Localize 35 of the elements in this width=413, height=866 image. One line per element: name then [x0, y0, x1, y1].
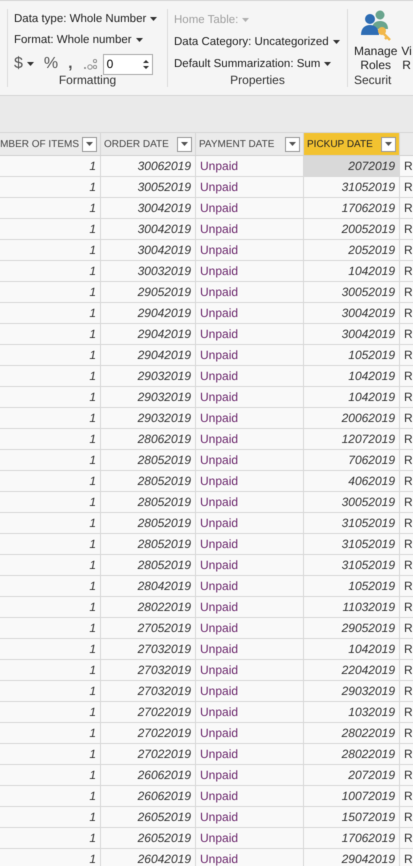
people-key-icon — [360, 9, 392, 41]
table-cell: 2072019 — [304, 156, 400, 176]
decimal-icon — [82, 58, 97, 70]
group-label: Formatting — [58, 73, 118, 87]
comma-button[interactable]: , — [64, 52, 77, 76]
filter-button[interactable] — [177, 136, 192, 152]
spinner-icon — [142, 58, 149, 70]
filter-button[interactable] — [82, 136, 97, 152]
currency-button[interactable]: $ — [14, 52, 34, 76]
group-label: Securit — [354, 73, 392, 87]
data-category-dropdown[interactable]: Data Category: Uncategorized — [174, 34, 340, 50]
caret-icon — [242, 18, 250, 22]
column-header[interactable]: PAYMENT DATE — [196, 133, 304, 155]
summarization-dropdown[interactable]: Default Summarization: Sum — [174, 56, 332, 72]
caret-icon — [26, 62, 34, 66]
caret-icon — [86, 142, 93, 146]
caret-icon — [136, 38, 143, 42]
manage-roles-button[interactable]: Manage Roles — [354, 9, 398, 73]
caret-icon — [385, 142, 392, 146]
view-as-button[interactable]: Vi R — [401, 9, 412, 73]
percent-button[interactable]: % — [44, 52, 58, 76]
caret-icon — [332, 40, 340, 44]
format-dropdown[interactable]: Format: Whole number — [14, 32, 143, 48]
filter-button[interactable] — [285, 136, 300, 152]
group-label: Properties — [229, 73, 286, 87]
caret-icon — [150, 17, 158, 21]
filter-button[interactable] — [381, 136, 396, 152]
decimal-places-field[interactable]: 0 — [102, 54, 153, 74]
caret-icon — [289, 142, 296, 146]
column-header[interactable]: PICKUP DATE — [304, 133, 400, 155]
caret-icon — [324, 62, 332, 66]
column-header[interactable]: MBER OF ITEMS — [0, 133, 101, 155]
data-type-dropdown[interactable]: Data type: Whole Number — [14, 11, 158, 27]
caret-icon — [181, 142, 188, 146]
column-header[interactable]: ORDER DATE — [101, 133, 196, 155]
